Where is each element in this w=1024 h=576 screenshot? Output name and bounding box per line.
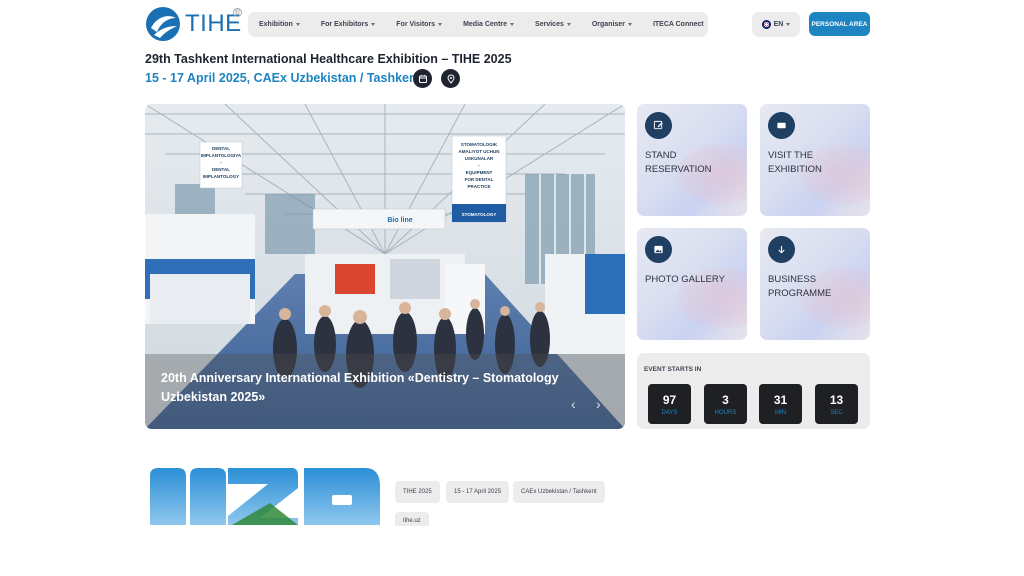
ticket-icon [768, 112, 795, 139]
banner-left-line-5: IMPLANTOLOGY [203, 174, 239, 179]
countdown-days: 97 DAYS [648, 384, 691, 424]
countdown-minutes: 31 MIN [759, 384, 802, 424]
location-button[interactable] [441, 69, 460, 88]
hero-slider[interactable]: DENTAL IMPLANTOLOGIYA - DENTAL IMPLANTOL… [145, 104, 625, 429]
page: TIHE ® Exhibition For Exhibitors For Vis… [0, 0, 1024, 576]
personal-area-button[interactable]: PERSONAL AREA [809, 12, 870, 36]
banner-right-line-5: EQUIPMENT [466, 170, 493, 175]
countdown-seconds: 13 SEC [815, 384, 858, 424]
chevron-down-icon [371, 23, 376, 26]
chevron-down-icon [566, 23, 571, 26]
nav-item-exhibition[interactable]: Exhibition [259, 21, 300, 28]
event-dates-location: 15 - 17 April 2025, CAEx Uzbekistan / Ta… [145, 71, 421, 85]
card-label: PHOTO GALLERY [645, 274, 725, 285]
arrow-down-icon [768, 236, 795, 263]
nav-item-for-visitors[interactable]: For Visitors [396, 21, 443, 28]
countdown-title: EVENT STARTS IN [644, 366, 702, 373]
event-countdown: EVENT STARTS IN 97 DAYS 3 HOURS 31 MIN 1… [637, 353, 870, 429]
chevron-down-icon [510, 23, 515, 26]
banner-right-line-1: STOMATOLOGIK [461, 142, 498, 147]
logo-globe-icon [146, 7, 180, 41]
slider-next-arrow-icon[interactable]: › [596, 396, 601, 412]
logo[interactable]: TIHE ® [145, 6, 242, 42]
card-photo-gallery[interactable]: PHOTO GALLERY [637, 228, 747, 340]
chevron-down-icon [438, 23, 443, 26]
language-label: EN [773, 21, 784, 28]
banner-right-line-6: FOR DENTAL [465, 177, 494, 182]
chevron-down-icon [786, 23, 791, 26]
calendar-button[interactable] [413, 69, 432, 88]
banner-center-logo: Bio line [387, 217, 412, 224]
map-pin-icon [446, 74, 455, 84]
nav-item-services[interactable]: Services [535, 21, 571, 28]
language-selector[interactable]: EN [752, 12, 800, 37]
banner-right-line-7: PRACTICE [467, 184, 490, 189]
countdown-hours: 3 HOURS [704, 384, 747, 424]
slider-prev-arrow-icon[interactable]: ‹ [571, 396, 576, 412]
card-stand-reservation[interactable]: STAND RESERVATION [637, 104, 747, 216]
nav-item-organiser[interactable]: Organiser [592, 21, 632, 28]
tag-website[interactable]: tihe.uz [395, 512, 429, 526]
registered-mark-icon: ® [233, 8, 242, 17]
page-title: 29th Tashkent International Healthcare E… [145, 52, 512, 66]
uk-flag-icon [761, 20, 771, 29]
tag-event-dates[interactable]: 15 - 17 April 2025 [446, 481, 510, 503]
tag-event-name[interactable]: TIHE 2025 [395, 481, 440, 503]
nav-item-media-centre[interactable]: Media Centre [463, 21, 515, 28]
banner-left-line-4: DENTAL [212, 167, 230, 172]
chevron-down-icon [295, 23, 300, 26]
image-icon [645, 236, 672, 263]
uzb-graphic [150, 468, 380, 525]
tag-venue[interactable]: CAEx Uzbekistan / Tashkent [513, 481, 605, 503]
banner-left-line-1: DENTAL [212, 146, 230, 151]
nav-item-iteca-connect[interactable]: ITECA Connect [653, 21, 704, 28]
hero-caption: 20th Anniversary International Exhibitio… [161, 371, 559, 404]
calendar-icon [418, 74, 427, 83]
chevron-down-icon [627, 23, 632, 26]
card-business-programme[interactable]: BUSINESS PROGRAMME [760, 228, 870, 340]
banner-left-line-2: IMPLANTOLOGIYA [201, 153, 242, 158]
nav-item-for-exhibitors[interactable]: For Exhibitors [321, 21, 376, 28]
banner-right-footer: STOMATOLOGY [462, 212, 497, 217]
card-label: VISIT THE EXHIBITION [768, 150, 822, 175]
card-label: BUSINESS PROGRAMME [768, 274, 832, 299]
card-label: STAND RESERVATION [645, 150, 712, 175]
card-visit-exhibition[interactable]: VISIT THE EXHIBITION [760, 104, 870, 216]
edit-icon [645, 112, 672, 139]
main-nav: Exhibition For Exhibitors For Visitors M… [248, 12, 708, 37]
banner-right-line-2: AMALIYOT UCHUN [459, 149, 500, 154]
banner-right-line-3: USKUNALAR [465, 156, 494, 161]
